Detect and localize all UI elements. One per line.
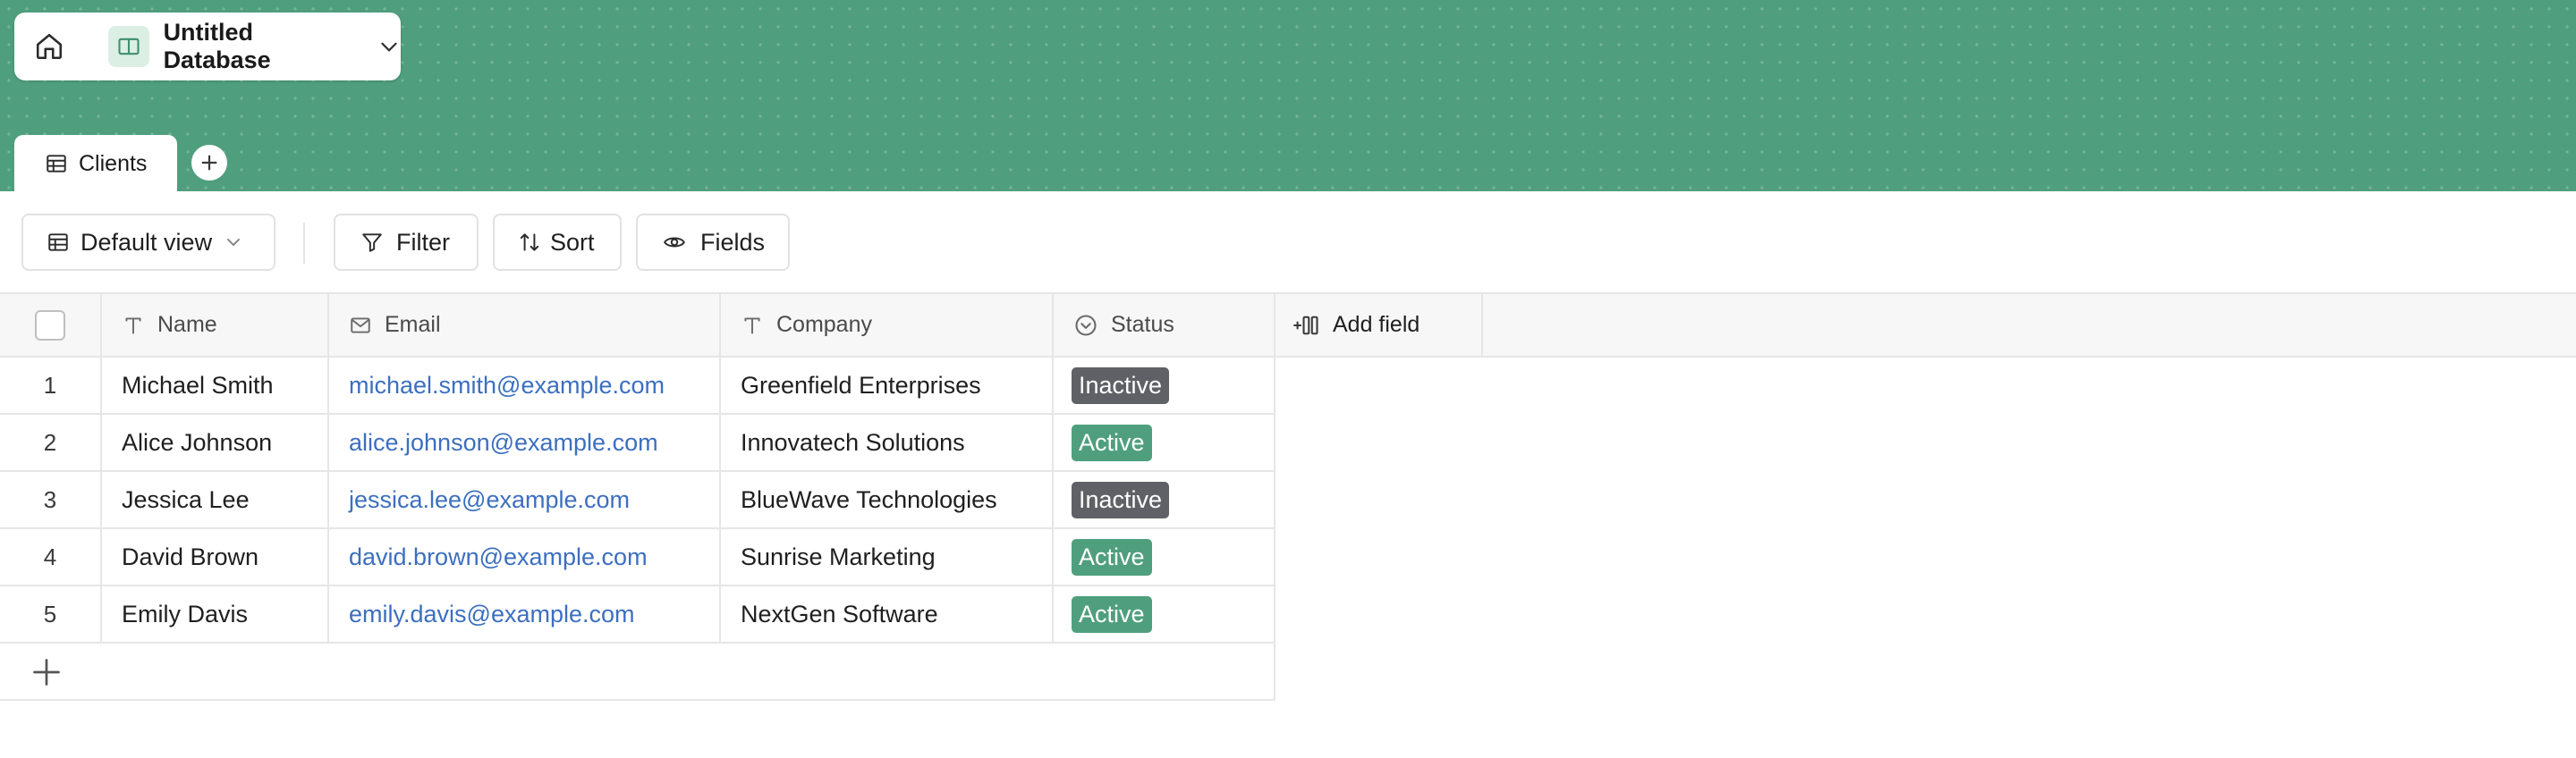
email-cell[interactable]: emily.davis@example.com bbox=[329, 586, 721, 642]
app-page: Untitled Database Clients Default view F… bbox=[0, 0, 2576, 758]
email-cell[interactable]: david.brown@example.com bbox=[329, 529, 721, 585]
email-cell[interactable]: alice.johnson@example.com bbox=[329, 415, 721, 470]
tab-label: Clients bbox=[79, 150, 148, 176]
sort-label: Sort bbox=[550, 228, 595, 256]
add-row-area bbox=[0, 644, 1275, 701]
column-header-label: Status bbox=[1111, 312, 1174, 337]
row-index-cell: 2 bbox=[0, 415, 102, 470]
table-header-row: Name Email Company Status Add field bbox=[0, 292, 2576, 358]
fields-label: Fields bbox=[700, 228, 766, 256]
company-cell: Greenfield Enterprises bbox=[721, 358, 1054, 413]
column-header-name[interactable]: Name bbox=[102, 294, 329, 356]
name-cell: Michael Smith bbox=[102, 358, 329, 413]
column-header-label: Company bbox=[776, 312, 872, 337]
email-cell[interactable]: jessica.lee@example.com bbox=[329, 472, 721, 527]
filter-button[interactable]: Filter bbox=[334, 214, 479, 271]
add-row-plus-icon[interactable] bbox=[30, 656, 63, 688]
status-cell: Active bbox=[1054, 529, 1275, 585]
add-table-button[interactable] bbox=[191, 145, 227, 181]
row-index-cell: 1 bbox=[0, 358, 102, 413]
add-field-label: Add field bbox=[1333, 312, 1420, 337]
email-cell[interactable]: michael.smith@example.com bbox=[329, 358, 721, 413]
name-cell: David Brown bbox=[102, 529, 329, 585]
column-header-email[interactable]: Email bbox=[329, 294, 721, 356]
text-type-icon bbox=[125, 316, 141, 334]
database-header: Untitled Database Clients bbox=[0, 0, 2576, 192]
company-cell: Innovatech Solutions bbox=[721, 415, 1054, 470]
circle-chevron-icon bbox=[1075, 314, 1097, 336]
status-badge[interactable]: Active bbox=[1072, 424, 1152, 461]
column-header-status[interactable]: Status bbox=[1054, 294, 1275, 356]
table-icon bbox=[48, 233, 68, 251]
filter-icon bbox=[362, 233, 382, 252]
status-badge[interactable]: Active bbox=[1072, 538, 1152, 576]
filter-label: Filter bbox=[396, 228, 450, 256]
select-all-cell bbox=[0, 294, 102, 356]
view-toolbar: Default view Filter Sort Fields bbox=[0, 191, 2576, 293]
status-badge[interactable]: Inactive bbox=[1072, 366, 1170, 404]
row-index-cell: 4 bbox=[0, 529, 102, 585]
select-all-checkbox[interactable] bbox=[35, 309, 65, 341]
database-switcher: Untitled Database bbox=[14, 13, 401, 80]
company-cell: Sunrise Marketing bbox=[721, 529, 1054, 585]
column-header-label: Email bbox=[385, 312, 441, 337]
table-row[interactable]: 1 Michael Smith michael.smith@example.com G… bbox=[0, 358, 1275, 415]
view-selector-button[interactable]: Default view bbox=[21, 214, 275, 271]
database-title[interactable]: Untitled Database bbox=[164, 19, 365, 74]
view-selector-label: Default view bbox=[80, 228, 213, 256]
chevron-down-icon[interactable] bbox=[377, 35, 401, 58]
home-button[interactable] bbox=[14, 13, 83, 80]
status-cell: Active bbox=[1054, 586, 1275, 642]
mail-icon bbox=[351, 316, 370, 333]
text-type-icon bbox=[744, 316, 760, 334]
add-column-icon bbox=[1293, 316, 1318, 334]
status-badge[interactable]: Active bbox=[1072, 595, 1152, 633]
sort-arrows-icon bbox=[520, 233, 539, 251]
plus-icon bbox=[201, 155, 217, 171]
status-badge[interactable]: Inactive bbox=[1072, 481, 1170, 518]
book-icon bbox=[108, 26, 149, 67]
column-header-label: Name bbox=[157, 312, 217, 337]
chevron-down-icon bbox=[227, 239, 241, 246]
table-row[interactable]: 3 Jessica Lee jessica.lee@example.com BlueW… bbox=[0, 472, 1275, 529]
toolbar-divider bbox=[303, 223, 305, 264]
column-header-company[interactable]: Company bbox=[721, 294, 1054, 356]
add-field-button[interactable]: Add field bbox=[1275, 294, 1483, 356]
status-cell: Inactive bbox=[1054, 358, 1275, 413]
table-row[interactable]: 4 David Brown david.brown@example.com Sunri… bbox=[0, 529, 1275, 586]
company-cell: BlueWave Technologies bbox=[721, 472, 1054, 527]
name-cell: Emily Davis bbox=[102, 586, 329, 642]
fields-button[interactable]: Fields bbox=[636, 214, 790, 271]
status-cell: Inactive bbox=[1054, 472, 1275, 527]
status-cell: Active bbox=[1054, 415, 1275, 470]
eye-icon bbox=[664, 237, 685, 248]
row-index-cell: 5 bbox=[0, 586, 102, 642]
name-cell: Alice Johnson bbox=[102, 415, 329, 470]
tab-clients[interactable]: Clients bbox=[14, 135, 177, 192]
table-row[interactable]: 2 Alice Johnson alice.johnson@example.com I… bbox=[0, 415, 1275, 472]
row-index-cell: 3 bbox=[0, 472, 102, 527]
table-icon bbox=[47, 155, 66, 173]
name-cell: Jessica Lee bbox=[102, 472, 329, 527]
company-cell: NextGen Software bbox=[721, 586, 1054, 642]
table-row[interactable]: 5 Emily Davis emily.davis@example.com NextG… bbox=[0, 586, 1275, 644]
sort-button[interactable]: Sort bbox=[493, 214, 622, 271]
home-icon bbox=[36, 33, 62, 60]
